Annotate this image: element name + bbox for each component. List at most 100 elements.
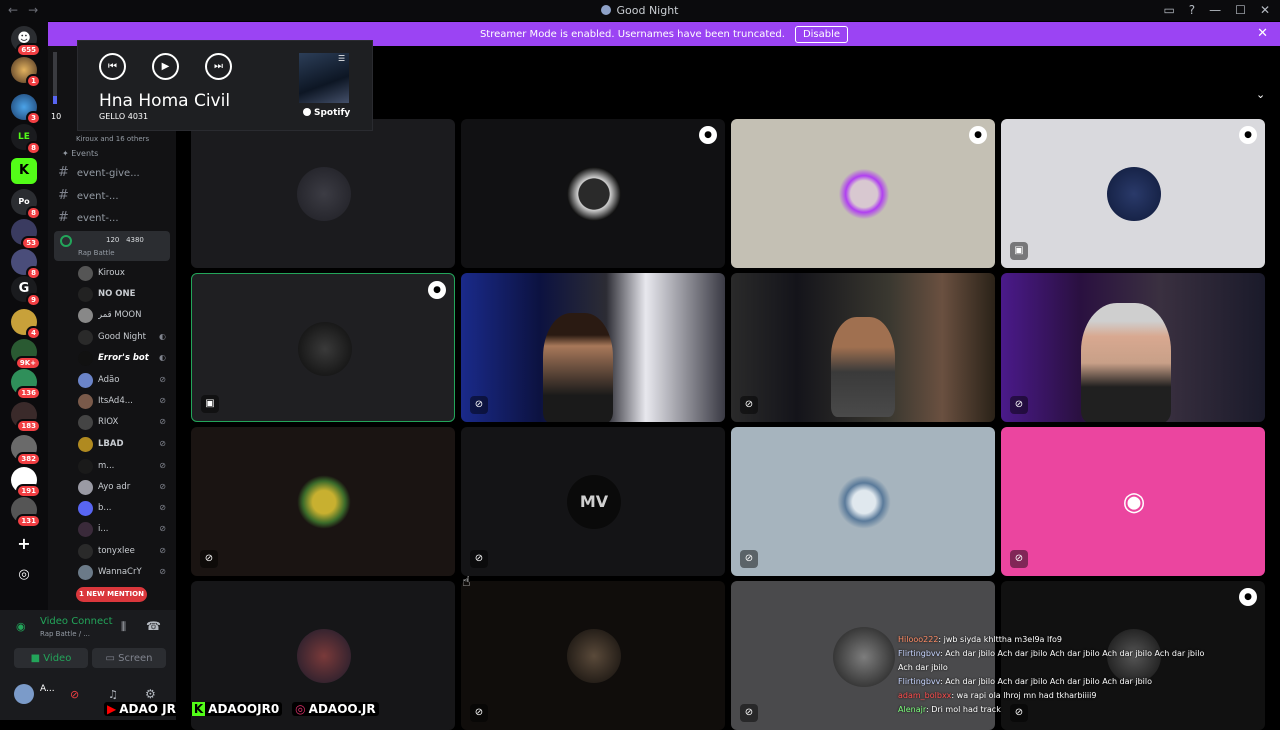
previous-track-button[interactable]: ⏮ [99, 53, 126, 80]
channel-event-3[interactable]: # event-... [58, 210, 119, 225]
voice-member[interactable]: قمر MOON [78, 307, 170, 325]
video-tile[interactable]: ◉ ⊘ [1001, 427, 1265, 576]
server-icon[interactable]: 183 [11, 402, 41, 433]
video-tile[interactable]: ⊘ [191, 427, 455, 576]
chat-line: Flirtingbvv: Ach dar jbilo Ach dar jbilo… [898, 649, 1205, 672]
voice-member[interactable]: RIOX ⊘ [78, 414, 170, 432]
video-tile[interactable]: ⊘ [731, 427, 995, 576]
server-icon[interactable]: 131 [11, 497, 41, 528]
server-icon[interactable]: 9K+ [11, 339, 41, 370]
server-icon[interactable]: 8 [11, 249, 41, 280]
voice-member[interactable]: Kiroux [78, 265, 170, 283]
voice-channel-path: Rap Battle / ... [40, 630, 90, 638]
voice-member[interactable]: LBAD ⊘ [78, 436, 170, 454]
server-icon[interactable]: 136 [11, 369, 41, 400]
voice-member[interactable]: m... ⊘ [78, 458, 170, 476]
user-name: A... [40, 684, 55, 694]
avatar [78, 394, 93, 409]
next-track-button[interactable]: ⏭ [205, 53, 232, 80]
noise-suppression-icon[interactable]: ⫼ [121, 620, 126, 634]
voice-channel-rap-battle[interactable]: 120 4380 Rap Battle [54, 231, 170, 261]
video-tile[interactable]: ⊘ [461, 581, 725, 730]
voice-member[interactable]: Error's bot ◐ [78, 350, 170, 368]
maximize-button[interactable]: ☐ [1235, 3, 1246, 17]
video-tile[interactable]: MV ⊘ [461, 427, 725, 576]
avatar [297, 167, 351, 221]
play-button[interactable]: ▶ [152, 53, 179, 80]
avatar [837, 475, 891, 529]
voice-status[interactable]: Video Connect [40, 616, 113, 627]
server-icon[interactable]: 382 [11, 435, 41, 466]
settings-gear-icon[interactable]: ⚙ [145, 687, 156, 701]
mic-muted-icon[interactable]: ⊘ [70, 688, 79, 701]
server-icon[interactable]: 191 [11, 467, 41, 498]
server-icon[interactable]: 3 [11, 94, 41, 125]
stage-hint-text: Kiroux and 16 others [76, 135, 150, 143]
speaker-icon [60, 235, 72, 247]
server-icon[interactable]: Po 8 [11, 189, 41, 220]
video-tile[interactable]: ● ▣ [1001, 119, 1265, 268]
kick-server-icon[interactable]: K [11, 158, 37, 184]
close-icon[interactable]: ✕ [1257, 26, 1268, 41]
spotify-media-overlay: ⏮ ▶ ⏭ Hna Homa Civil GELLO 4031 ☰ Spotif… [77, 40, 373, 131]
voice-member[interactable]: Good Night ◐ [78, 329, 170, 347]
avatar [78, 501, 93, 516]
voice-member[interactable]: b... ⊘ [78, 500, 170, 518]
hash-icon: # [58, 210, 69, 225]
chat-line: Alenajr: Dri mol had track [898, 705, 1001, 714]
voice-member[interactable]: Adão ⊘ [78, 372, 170, 390]
voice-member[interactable]: NO ONE [78, 286, 170, 304]
voice-member[interactable]: ItsAd4... ⊘ [78, 393, 170, 411]
disconnect-icon[interactable]: ☎ [146, 619, 161, 633]
muted-mic-icon: ⊘ [740, 704, 758, 722]
streamer-webcam-overlay [833, 627, 895, 687]
video-tile[interactable]: ● [731, 119, 995, 268]
youtube-handle: ADAO JR [104, 702, 179, 716]
avatar [78, 459, 93, 474]
avatar [297, 629, 351, 683]
inbox-icon[interactable]: ▭ [1163, 3, 1174, 17]
add-server-icon[interactable]: + [11, 531, 37, 557]
voice-member[interactable]: i... ⊘ [78, 521, 170, 539]
channel-event-1[interactable]: # event-give... [58, 165, 140, 180]
stage-badge-icon: ● [1239, 126, 1257, 144]
channel-event-2[interactable]: # event-... [58, 188, 119, 203]
video-tile-camera[interactable]: ⊘ [461, 273, 725, 422]
avatar [78, 330, 93, 345]
discord-logo-icon: ◉ [1122, 487, 1146, 517]
server-icon[interactable]: G9 [11, 276, 41, 307]
disable-button[interactable]: Disable [794, 25, 849, 43]
server-icon[interactable]: 1 [11, 57, 41, 88]
video-tile[interactable] [191, 119, 455, 268]
menu-icon[interactable]: ☰ [338, 54, 345, 63]
video-tile-camera[interactable]: ⊘ [1001, 273, 1265, 422]
voice-member[interactable]: WannaCrY ⊘ [78, 564, 170, 582]
server-icon[interactable]: 53 [11, 219, 41, 250]
server-icon[interactable]: LE 8 [11, 124, 41, 155]
voice-member[interactable]: tonyxlee ⊘ [78, 543, 170, 561]
events-label[interactable]: ✦ Events [62, 149, 98, 158]
voice-member[interactable]: Ayo adr ⊘ [78, 479, 170, 497]
screen-share-button[interactable]: ▭ Screen [92, 648, 166, 668]
direct-messages-icon[interactable]: ☻ 655 [11, 26, 41, 57]
video-tile-speaking[interactable]: ● ▣ [191, 273, 455, 422]
chevron-down-icon[interactable]: ⌄ [1256, 88, 1265, 101]
stage-badge-icon: ● [1239, 588, 1257, 606]
avatar [78, 565, 93, 580]
headphones-icon[interactable]: ♫ [108, 688, 118, 701]
stage-badge-icon: ● [428, 281, 446, 299]
chat-line: Hilooo222: jwb siyda khlttha m3el9a lfo9 [898, 635, 1062, 644]
server-icon[interactable]: 4 [11, 309, 41, 340]
explore-icon[interactable]: ◎ [11, 562, 37, 588]
minimize-button[interactable]: — [1209, 3, 1221, 17]
help-icon[interactable]: ? [1189, 3, 1195, 17]
stream-icon: ◐ [159, 332, 166, 341]
user-avatar[interactable] [14, 684, 34, 704]
close-window-button[interactable]: ✕ [1260, 3, 1270, 17]
video-tile[interactable]: ● [461, 119, 725, 268]
volume-slider[interactable]: 10 [50, 52, 61, 121]
avatar [837, 167, 891, 221]
video-button[interactable]: ■ Video [14, 648, 88, 668]
new-mention-button[interactable]: 1 NEW MENTION [76, 587, 147, 602]
video-tile-camera[interactable]: ⊘ [731, 273, 995, 422]
